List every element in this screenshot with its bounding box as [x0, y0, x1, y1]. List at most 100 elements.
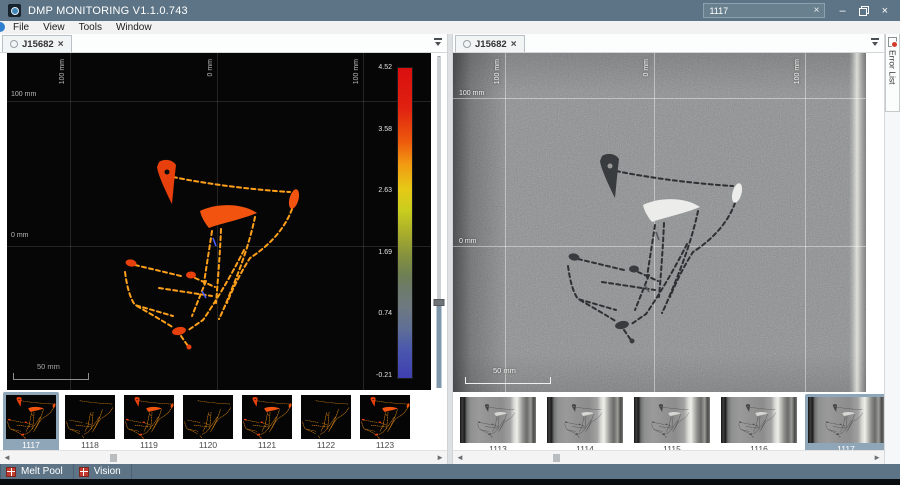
tab-j15682-meltpool[interactable]: J15682 ×	[2, 35, 72, 52]
right-dock-strip: Error List	[884, 34, 900, 464]
clear-icon[interactable]: ×	[814, 5, 820, 16]
scale-bar-label: 50 mm	[37, 362, 60, 371]
taskbar-edge	[0, 479, 900, 485]
dock-area: J15682 × 100 mm 0 mm 100 mm 100 mm 0 mm	[0, 34, 900, 464]
scroll-right-icon[interactable]: ►	[873, 452, 881, 464]
menu-item-window[interactable]: Window	[109, 22, 159, 33]
menu-bar: File View Tools Window	[0, 21, 900, 34]
menu-item-tools[interactable]: Tools	[72, 22, 109, 33]
layer-slider-left	[431, 53, 447, 390]
minimize-button[interactable]: –	[839, 5, 845, 16]
thumbnail-image	[460, 397, 536, 443]
melt-pool-thumbnail[interactable]: 1118	[62, 392, 118, 452]
axis-label-x: 100 mm	[794, 59, 801, 85]
colorbar-ticks: 4.52 3.58 2.63 1.69 0.74 -0.21	[376, 64, 392, 379]
restore-button[interactable]	[858, 5, 869, 16]
vision-panel: J15682 × 100 mm 0 mm 100 mm 100 mm 0 mm …	[453, 34, 900, 464]
menu-item-file[interactable]: File	[6, 22, 36, 33]
melt-pool-thumbnail[interactable]: 1119	[121, 392, 177, 452]
scrollbar-thumb[interactable]	[110, 454, 117, 462]
status-tab-label: Vision	[93, 466, 121, 477]
window-title: DMP MONITORING V1.1.0.743	[28, 4, 188, 17]
melt-pool-thumbnail[interactable]: 1121	[239, 392, 295, 452]
vision-thumbnail[interactable]: 1115	[631, 394, 713, 456]
frame-search-input[interactable]: 1117 ×	[703, 3, 826, 18]
thumbnail-image	[808, 397, 884, 443]
colorbar-tick: 0.74	[378, 310, 392, 318]
colorbar-tick: 3.58	[378, 125, 392, 133]
job-status-icon	[10, 40, 18, 48]
melt-pool-panel: J15682 × 100 mm 0 mm 100 mm 100 mm 0 mm	[0, 34, 447, 464]
application-window: DMP MONITORING V1.1.0.743 1117 × – × Fil…	[0, 0, 900, 485]
scale-bar	[465, 377, 551, 384]
vision-canvas[interactable]: 100 mm 0 mm 100 mm 100 mm 0 mm 50 mm	[453, 53, 866, 392]
tab-close-icon[interactable]: ×	[511, 39, 517, 50]
thumbnail-image	[634, 397, 710, 443]
melt-pool-thumbnail[interactable]: 1117	[3, 392, 59, 452]
axis-label-x: 100 mm	[59, 59, 66, 85]
vision-thumbnail[interactable]: 1113	[457, 394, 539, 456]
vision-thumbnail[interactable]: 1116	[718, 394, 800, 456]
scrollbar-thumb[interactable]	[553, 454, 560, 462]
thumbnail-image	[124, 395, 174, 439]
tab-label: J15682	[22, 38, 54, 50]
axis-label-x: 100 mm	[494, 59, 501, 85]
scroll-left-icon[interactable]: ◄	[456, 452, 464, 464]
melt-pool-thumbnail[interactable]: 1122	[298, 392, 354, 452]
thumbnail-label: 1119	[140, 440, 158, 450]
thumbnail-image	[183, 395, 233, 439]
status-tab-melt-pool[interactable]: Melt Pool	[0, 464, 74, 479]
job-status-icon	[463, 40, 471, 48]
right-thumbnail-scrollbar[interactable]: ◄ ►	[453, 450, 884, 464]
vision-tabstrip: J15682 ×	[453, 34, 884, 53]
thumbnail-image	[242, 395, 292, 439]
thumbnail-image	[721, 397, 797, 443]
pin-panel-icon[interactable]	[433, 38, 443, 48]
thumbnail-label: 1121	[257, 440, 277, 450]
error-list-tab[interactable]: Error List	[885, 34, 900, 112]
melt-pool-canvas[interactable]: 100 mm 0 mm 100 mm 100 mm 0 mm 50 mm 4.5…	[7, 53, 431, 390]
status-tab-label: Melt Pool	[21, 466, 63, 477]
axis-label-x: 100 mm	[353, 59, 360, 85]
app-logo-icon	[8, 4, 21, 17]
tab-j15682-vision[interactable]: J15682 ×	[455, 35, 525, 52]
pin-panel-icon[interactable]	[870, 38, 880, 48]
left-thumbnail-scrollbar[interactable]: ◄ ►	[0, 450, 447, 464]
colorbar-tick: 4.52	[378, 64, 392, 71]
thumbnail-label: 1120	[198, 440, 218, 450]
error-list-label: Error List	[887, 50, 898, 85]
melt-pool-tabstrip: J15682 ×	[0, 34, 447, 53]
axis-label-y: 0 mm	[459, 238, 477, 245]
vision-thumbnail[interactable]: 1114	[544, 394, 626, 456]
thumbnail-image	[65, 395, 115, 439]
title-bar: DMP MONITORING V1.1.0.743 1117 × – ×	[0, 0, 900, 21]
thumbnail-image	[301, 395, 351, 439]
close-button[interactable]: ×	[882, 5, 888, 17]
thumbnail-label: 1122	[316, 440, 336, 450]
error-list-icon	[888, 37, 898, 48]
colorbar-tick: 2.63	[378, 187, 392, 195]
status-tab-vision[interactable]: Vision	[74, 464, 132, 479]
scroll-right-icon[interactable]: ►	[436, 452, 444, 464]
thumbnail-label: 1123	[375, 440, 395, 450]
colorbar-tick: -0.21	[376, 371, 392, 379]
vision-thumbnail[interactable]: 1117	[805, 394, 887, 456]
colorbar-tick: 1.69	[378, 248, 392, 256]
melt-pool-thumbnail[interactable]: 1123	[357, 392, 413, 452]
axis-label-x: 0 mm	[207, 59, 214, 77]
melt-pool-thumbnail[interactable]: 1120	[180, 392, 236, 452]
menu-item-view[interactable]: View	[36, 22, 72, 33]
scroll-left-icon[interactable]: ◄	[3, 452, 11, 464]
left-thumbnail-strip: 1117 1118 1119 1120 1121 1122 1123	[0, 390, 447, 452]
slider-thumb[interactable]	[433, 299, 445, 306]
axis-label-y: 100 mm	[459, 90, 485, 97]
monitor-module-icon	[78, 466, 89, 477]
scale-bar	[13, 373, 89, 380]
monitor-module-icon	[6, 466, 16, 477]
axis-label-y: 100 mm	[11, 91, 37, 98]
thumbnail-label: 1118	[81, 440, 99, 450]
status-bar: Melt Pool Vision	[0, 464, 900, 479]
tab-label: J15682	[475, 38, 507, 50]
scale-bar-label: 50 mm	[493, 366, 516, 375]
tab-close-icon[interactable]: ×	[58, 39, 64, 50]
